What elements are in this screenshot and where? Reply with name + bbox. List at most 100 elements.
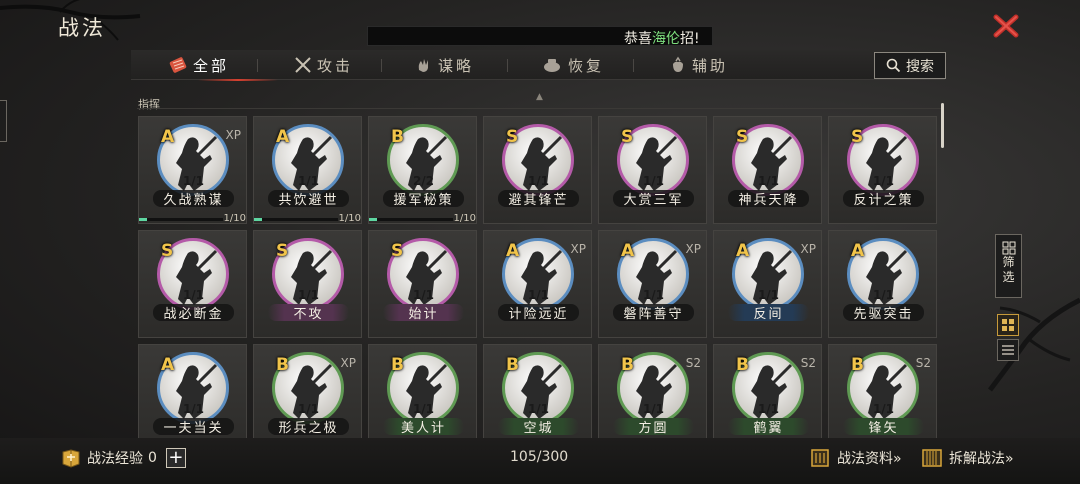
tactic-level: 1/1 <box>182 174 205 188</box>
grid-divider <box>137 108 941 109</box>
tactic-card[interactable]: B 1/1 空城 <box>483 344 592 438</box>
tab-support-label: 辅助 <box>692 56 729 75</box>
tab-divider <box>257 59 258 72</box>
add-exp-button[interactable]: + <box>165 448 186 468</box>
tactic-card[interactable]: S 1/1 不攻 <box>253 230 362 338</box>
crossed-swords-icon <box>295 57 311 73</box>
tactic-card[interactable]: S 1/1 大赏三军 <box>598 116 707 224</box>
tactic-name-plate: 形兵之极 <box>268 418 349 436</box>
tactic-grade: A <box>161 355 175 375</box>
exp-label: 战法经验 <box>87 451 143 467</box>
tab-support[interactable]: 辅助 <box>669 50 728 80</box>
search-button[interactable]: 搜索 <box>874 52 946 79</box>
grid-view-icon <box>1002 319 1014 331</box>
tactic-card[interactable]: S 1/1 反计之策 <box>828 116 937 224</box>
tactic-card[interactable]: A 1/1 先驱突击 <box>828 230 937 338</box>
tactic-tag: XP <box>570 242 586 256</box>
tactic-card[interactable]: S 1/1 避其锋芒 <box>483 116 592 224</box>
tactic-card[interactable]: B XP 1/1 形兵之极 <box>253 344 362 438</box>
tab-recovery-label: 恢复 <box>568 56 605 75</box>
tactic-card[interactable]: A XP 1/1 反间 <box>713 230 822 338</box>
tactic-name-plate: 计险远近 <box>498 304 579 322</box>
active-tab-underline <box>198 79 278 81</box>
tactic-card[interactable]: B S2 1/1 鹤翼 <box>713 344 822 438</box>
tactic-name: 神兵天降 <box>738 193 799 208</box>
filter-button[interactable]: 筛选 <box>995 234 1022 298</box>
tactic-card[interactable]: A XP 1/1 磐阵善守 <box>598 230 707 338</box>
tactic-name: 美人计 <box>400 421 446 436</box>
exp-book-icon <box>62 449 80 468</box>
tactic-level: 1/1 <box>872 288 895 302</box>
filter-grid-icon <box>1002 241 1015 255</box>
tactic-grade: B <box>391 127 404 147</box>
tactic-name-plate: 反计之策 <box>843 190 924 208</box>
tactic-name-plate: 鹤翼 <box>728 418 809 436</box>
tactic-grade: A <box>161 127 175 147</box>
tactic-info-button[interactable]: 战法资料» <box>808 446 902 470</box>
tactic-card[interactable]: B 2/2 援军秘策 1/10 <box>368 116 477 224</box>
book-scroll-icon <box>811 449 829 467</box>
tactic-name-plate: 先驱突击 <box>843 304 924 322</box>
tactic-card[interactable]: A XP 1/1 久战熟谋 1/10 <box>138 116 247 224</box>
left-drawer-handle[interactable] <box>0 100 7 142</box>
tactic-card[interactable]: A XP 1/1 计险远近 <box>483 230 592 338</box>
tactic-card[interactable]: A 1/1 共饮避世 1/10 <box>253 116 362 224</box>
grid-scrollbar[interactable] <box>941 103 944 148</box>
tactic-tag: XP <box>685 242 701 256</box>
tactic-name-plate: 大赏三军 <box>613 190 694 208</box>
tactic-name: 大赏三军 <box>623 193 684 208</box>
tactic-name: 共饮避世 <box>278 193 339 208</box>
tactic-level: 1/1 <box>182 402 205 416</box>
tactic-level: 1/1 <box>527 174 550 188</box>
tactic-grade: A <box>276 127 290 147</box>
exp-value: 0 <box>148 450 157 466</box>
tactic-level: 1/1 <box>297 174 320 188</box>
tactic-name: 久战熟谋 <box>163 193 224 208</box>
search-icon <box>886 58 901 73</box>
tab-all[interactable]: 全部 <box>168 50 278 81</box>
tactic-level: 1/1 <box>297 402 320 416</box>
tactic-exp-text: 1/10 <box>338 213 361 224</box>
grid-view-button[interactable] <box>997 314 1019 336</box>
tactic-name: 避其锋芒 <box>508 193 569 208</box>
dismantle-tactic-button[interactable]: 拆解战法» <box>920 446 1014 470</box>
list-view-button[interactable] <box>997 339 1019 361</box>
tactic-exp-text: 1/10 <box>453 213 476 224</box>
tactic-card[interactable]: B 1/1 美人计 <box>368 344 477 438</box>
tactic-exp-bar <box>369 218 453 221</box>
tactic-card[interactable]: S 1/1 神兵天降 <box>713 116 822 224</box>
tab-strategy[interactable]: 谋略 <box>415 50 474 80</box>
tactic-grade: B <box>736 355 749 375</box>
tactic-grade: B <box>851 355 864 375</box>
tactic-card[interactable]: B S2 1/1 方圆 <box>598 344 707 438</box>
tab-recovery[interactable]: 恢复 <box>541 50 604 80</box>
tactic-grade: S <box>506 127 519 147</box>
tactic-name-plate: 锋矢 <box>843 418 924 436</box>
tactic-name-plate: 一夫当关 <box>153 418 234 436</box>
tactic-card[interactable]: A 1/1 一夫当关 <box>138 344 247 438</box>
tactic-card[interactable]: S 1/1 始计 <box>368 230 477 338</box>
tactic-tag: S2 <box>685 356 701 370</box>
page-title: 战法 <box>58 16 106 40</box>
tactic-name-plate: 战必断金 <box>153 304 234 322</box>
tactic-name: 形兵之极 <box>278 421 339 436</box>
tab-all-label: 全部 <box>193 56 230 75</box>
tactic-level: 1/1 <box>872 174 895 188</box>
tab-attack[interactable]: 攻击 <box>294 50 353 80</box>
tactic-name-plate: 美人计 <box>383 418 464 436</box>
close-button[interactable] <box>990 10 1022 42</box>
tab-divider <box>633 59 634 72</box>
tactic-name-plate: 避其锋芒 <box>498 190 579 208</box>
tactic-grade: S <box>391 241 404 261</box>
tactic-exp-fill <box>254 218 263 221</box>
tactic-grade: S <box>851 127 864 147</box>
tactic-card[interactable]: S 1/1 战必断金 <box>138 230 247 338</box>
tactic-card[interactable]: B S2 1/1 锋矢 <box>828 344 937 438</box>
tactic-name-plate: 空城 <box>498 418 579 436</box>
tactic-tag: XP <box>800 242 816 256</box>
bag-icon <box>673 56 683 72</box>
tactic-name: 反计之策 <box>853 193 914 208</box>
tactic-level: 1/1 <box>182 288 205 302</box>
tactic-level: 1/1 <box>412 288 435 302</box>
hand-icon <box>418 59 428 72</box>
